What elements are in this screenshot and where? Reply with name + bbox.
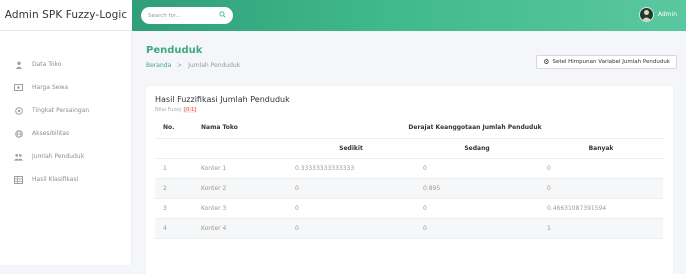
cell-no: 3 — [155, 198, 193, 219]
table-subheader-row: Sedikit Sedang Banyak — [155, 138, 663, 159]
card-subtitle-text: Nilai Fuzzy — [155, 107, 182, 113]
header-sedikit: Sedikit — [287, 138, 415, 159]
breadcrumb: Beranda > Jumlah Penduduk — [146, 62, 240, 69]
search-input[interactable]: Search for... — [141, 7, 233, 24]
card-subtitle: Nilai Fuzzy [0-1] — [155, 107, 198, 113]
globe-icon — [14, 129, 23, 138]
avatar — [638, 7, 654, 22]
header-sedang: Sedang — [415, 138, 539, 159]
range-badge: [0-1] — [183, 107, 198, 113]
page-title: Penduduk — [146, 45, 203, 56]
money-icon — [14, 83, 23, 92]
table-row: 1 Konter 1 0.33333333333333 0 0 — [155, 158, 663, 179]
cell-sedikit: 0 — [287, 218, 415, 239]
cell-sedikit: 0.33333333333333 — [287, 158, 415, 179]
breadcrumb-home[interactable]: Beranda — [146, 62, 171, 69]
cell-banyak: 0.46631087391594 — [539, 198, 663, 219]
target-icon — [14, 106, 23, 115]
main-content: Penduduk Beranda > Jumlah Penduduk ⚙ Set… — [132, 31, 686, 274]
set-variable-label: Setel Himpunan Variabel Jumlah Penduduk — [552, 59, 670, 65]
cell-sedang: 0 — [415, 158, 539, 179]
table-row: 2 Konter 2 0 0.895 0 — [155, 178, 663, 199]
breadcrumb-current: Jumlah Penduduk — [188, 62, 241, 69]
user-name: Admin — [657, 11, 677, 18]
cell-nama: Konter 4 — [193, 218, 287, 239]
user-icon — [14, 60, 23, 69]
breadcrumb-separator: > — [177, 62, 183, 69]
sidebar-item-label: Harga Sewa — [32, 84, 69, 91]
cell-banyak: 0 — [539, 158, 663, 179]
cell-no: 2 — [155, 178, 193, 199]
cell-sedang: 0.895 — [415, 178, 539, 199]
cell-sedang: 0 — [415, 198, 539, 219]
search-icon[interactable] — [219, 11, 226, 18]
cell-sedang: 0 — [415, 218, 539, 239]
cell-nama: Konter 3 — [193, 198, 287, 219]
brand-title[interactable]: Admin SPK Fuzzy-Logic — [0, 0, 132, 31]
fuzzification-table: No. Nama Toko Derajat Keanggotaan Jumlah… — [155, 118, 663, 239]
sidebar-item-label: Hasil Klasifikasi — [32, 176, 79, 183]
sidebar-item-data-toko[interactable]: Data Toko — [0, 53, 131, 76]
topbar: Search for... Admin — [132, 0, 686, 31]
header-empty — [193, 138, 287, 159]
cell-no: 1 — [155, 158, 193, 179]
header-derajat: Derajat Keanggotaan Jumlah Penduduk — [287, 118, 663, 139]
user-menu[interactable]: Admin — [638, 7, 677, 22]
table-icon — [14, 175, 23, 184]
cell-no: 4 — [155, 218, 193, 239]
cell-banyak: 0 — [539, 178, 663, 199]
sidebar-item-tingkat-persaingan[interactable]: Tingkat Persaingan — [0, 99, 131, 122]
search-placeholder: Search for... — [148, 12, 181, 19]
sidebar-item-label: Jumlah Penduduk — [32, 153, 85, 160]
header-nama-toko: Nama Toko — [193, 118, 287, 139]
users-icon — [14, 152, 23, 161]
cell-nama: Konter 1 — [193, 158, 287, 179]
sidebar: Data Toko Harga Sewa Tingkat Persaingan … — [0, 31, 132, 265]
sidebar-item-hasil-klasifikasi[interactable]: Hasil Klasifikasi — [0, 168, 131, 191]
sidebar-item-jumlah-penduduk[interactable]: Jumlah Penduduk — [0, 145, 131, 168]
header-banyak: Banyak — [539, 138, 663, 159]
table-header-row: No. Nama Toko Derajat Keanggotaan Jumlah… — [155, 118, 663, 139]
sidebar-item-harga-sewa[interactable]: Harga Sewa — [0, 76, 131, 99]
cell-nama: Konter 2 — [193, 178, 287, 199]
cell-sedikit: 0 — [287, 198, 415, 219]
header-no: No. — [155, 118, 193, 139]
table-row: 3 Konter 3 0 0 0.46631087391594 — [155, 198, 663, 219]
sidebar-item-label: Tingkat Persaingan — [32, 107, 90, 114]
table-row: 4 Konter 4 0 0 1 — [155, 218, 663, 239]
card-title: Hasil Fuzzifikasi Jumlah Penduduk — [155, 95, 290, 104]
sidebar-item-label: Data Toko — [32, 61, 62, 68]
cell-sedikit: 0 — [287, 178, 415, 199]
sidebar-item-aksesibilitas[interactable]: Aksesibilitas — [0, 122, 131, 145]
gear-icon: ⚙ — [543, 57, 550, 66]
set-variable-button[interactable]: ⚙ Setel Himpunan Variabel Jumlah Pendudu… — [536, 55, 677, 69]
header-empty — [155, 138, 193, 159]
fuzzification-card: Hasil Fuzzifikasi Jumlah Penduduk Nilai … — [146, 86, 673, 274]
cell-banyak: 1 — [539, 218, 663, 239]
sidebar-item-label: Aksesibilitas — [32, 130, 70, 137]
